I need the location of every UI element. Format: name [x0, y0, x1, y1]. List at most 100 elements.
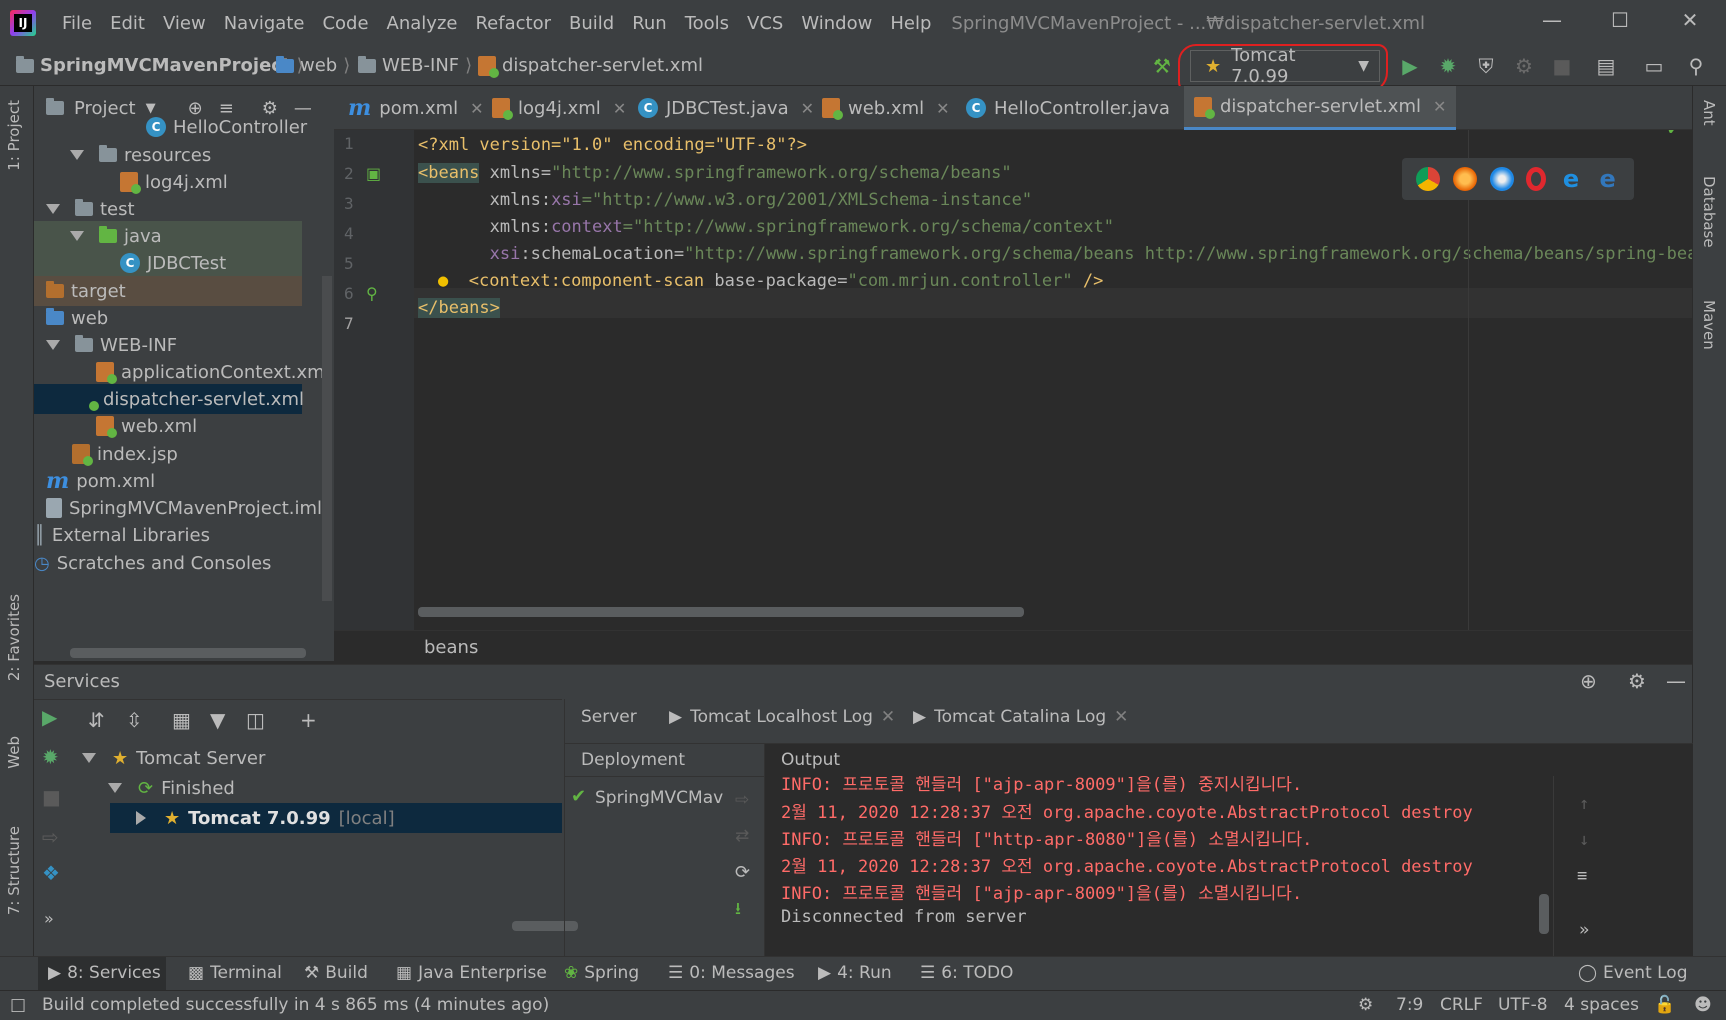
tab-todo[interactable]: ☰ 6: TODO — [920, 963, 1013, 983]
tab-log4j-xml[interactable]: log4j.xml ✕ — [482, 86, 636, 130]
git-status-icon[interactable]: ⚙ — [1358, 995, 1373, 1015]
spring-bean-gutter-icon[interactable]: ▣ — [366, 164, 381, 183]
expand-arrow-icon[interactable] — [108, 783, 122, 793]
menu-edit[interactable]: Edit — [110, 13, 145, 34]
expand-arrow-icon[interactable] — [46, 340, 60, 350]
tab-event-log[interactable]: ◯ Event Log — [1578, 963, 1688, 983]
tab-ant[interactable]: Ant — [1700, 100, 1718, 126]
settings-gear-icon[interactable]: ⚙ — [1628, 669, 1646, 693]
code-editor[interactable]: <?xml version="1.0" encoding="UTF-8"?> <… — [414, 130, 1692, 630]
stop-icon[interactable]: ■ — [1548, 52, 1576, 80]
tab-web[interactable]: Web — [5, 736, 23, 769]
tree-item-web-inf[interactable]: WEB-INF — [46, 330, 177, 360]
close-tab-icon[interactable]: ✕ — [1114, 707, 1128, 727]
service-tomcat-instance[interactable]: ★ Tomcat 7.0.99 [local] — [136, 803, 395, 833]
expand-arrow-icon[interactable] — [70, 231, 84, 241]
menu-navigate[interactable]: Navigate — [224, 13, 305, 34]
tree-item-hellocontroller[interactable]: C HelloController — [146, 112, 307, 142]
inspector-icon[interactable]: ☻ — [1694, 995, 1712, 1015]
maximize-icon[interactable]: ☐ — [1600, 8, 1640, 38]
run-icon[interactable]: ▶ — [42, 705, 57, 729]
tree-item-web-xml[interactable]: web.xml — [96, 411, 197, 441]
expand-arrow-icon[interactable] — [136, 811, 146, 825]
spring-scan-gutter-icon[interactable]: ⚲ — [366, 284, 378, 303]
undeploy-icon[interactable]: ⇄ — [735, 826, 749, 846]
tree-item-applicationcontext[interactable]: applicationContext.xml — [96, 357, 330, 387]
tree-item-dispatcher-servlet[interactable]: dispatcher-servlet.xml — [34, 384, 304, 414]
caret-position[interactable]: 7:9 — [1396, 995, 1423, 1015]
download-icon[interactable]: ⭳ — [735, 896, 741, 925]
service-finished-group[interactable]: ⟳ Finished — [108, 773, 235, 803]
menu-build[interactable]: Build — [569, 13, 614, 34]
tab-project[interactable]: 1: Project — [5, 100, 23, 171]
artifacts-icon[interactable]: ❖ — [42, 861, 60, 885]
expand-all-icon[interactable]: ⇵ — [88, 708, 105, 732]
scroll-up-icon[interactable]: ↑ — [1579, 794, 1589, 814]
new-service-icon[interactable]: ◫ — [246, 708, 265, 732]
scroll-down-icon[interactable]: ↓ — [1579, 830, 1589, 850]
intention-bulb-icon[interactable]: ● — [438, 271, 448, 291]
menu-window[interactable]: Window — [801, 13, 872, 34]
minimize-icon[interactable]: — — [1532, 8, 1572, 38]
tab-database[interactable]: Database — [1700, 176, 1718, 248]
profile-icon[interactable]: ⚙ — [1510, 52, 1538, 80]
project-view-selector[interactable]: Project — [74, 98, 136, 119]
debug-icon[interactable]: ✹ — [1434, 52, 1462, 80]
service-tomcat-server[interactable]: ★ Tomcat Server — [82, 743, 265, 773]
menu-vcs[interactable]: VCS — [747, 13, 783, 34]
menu-code[interactable]: Code — [322, 13, 368, 34]
filter-icon[interactable]: ▼ — [210, 708, 225, 732]
group-by-icon[interactable]: ▦ — [172, 708, 191, 732]
menu-run[interactable]: Run — [632, 13, 667, 34]
tab-maven[interactable]: Maven — [1700, 300, 1718, 350]
tab-build[interactable]: ⚒ Build — [304, 963, 368, 983]
output-console[interactable]: Output INFO: 프로토콜 핸들러 ["ajp-apr-8009"]을(… — [765, 743, 1693, 958]
close-tab-icon[interactable]: ✕ — [613, 99, 626, 118]
tree-item-web[interactable]: web — [46, 303, 108, 333]
close-tab-icon[interactable]: ✕ — [1433, 97, 1446, 116]
tab-jdbctest-java[interactable]: C JDBCTest.java ✕ — [628, 86, 824, 130]
expand-arrow-icon[interactable] — [82, 753, 96, 763]
line-separator[interactable]: CRLF — [1440, 995, 1483, 1015]
debug-icon[interactable]: ✹ — [42, 745, 59, 769]
tree-item-test[interactable]: test — [46, 194, 135, 224]
deploy-icon[interactable]: ⇨ — [735, 790, 749, 810]
project-structure-icon[interactable]: ▤ — [1592, 52, 1620, 80]
menu-analyze[interactable]: Analyze — [387, 13, 458, 34]
opera-icon[interactable] — [1526, 167, 1547, 191]
read-only-lock-icon[interactable]: 🔓 — [1654, 995, 1675, 1015]
tree-item-target[interactable]: target — [34, 276, 302, 306]
locate-icon[interactable]: ⊕ — [1580, 669, 1597, 693]
tab-tomcat-catalina-log[interactable]: ▶ Tomcat Catalina Log ✕ — [913, 707, 1128, 727]
tab-services[interactable]: ▶ 8: Services — [48, 963, 161, 983]
tab-hellocontroller-java[interactable]: CHelloController.java✕ — [956, 86, 1205, 130]
firefox-icon[interactable] — [1452, 167, 1477, 191]
tree-item-external-libraries[interactable]: ║ External Libraries — [34, 520, 210, 550]
collapse-all-icon[interactable]: ⇳ — [126, 708, 143, 732]
tree-item-iml[interactable]: SpringMVCMavenProject.iml — [46, 493, 322, 523]
tree-item-java[interactable]: java — [34, 221, 302, 251]
tree-item-scratches[interactable]: ◷ Scratches and Consoles — [34, 548, 271, 578]
deploy-icon[interactable]: ⇨ — [42, 825, 59, 849]
refresh-icon[interactable]: ⟳ — [735, 862, 750, 883]
tab-favorites[interactable]: 2: Favorites — [5, 594, 23, 681]
tab-tomcat-localhost-log[interactable]: ▶ Tomcat Localhost Log ✕ — [669, 707, 895, 727]
build-hammer-icon[interactable]: ⚒ — [1148, 52, 1176, 80]
breadcrumb-web-inf[interactable]: WEB-INF ⟩ — [358, 55, 472, 76]
file-encoding[interactable]: UTF-8 — [1498, 995, 1548, 1015]
menu-help[interactable]: Help — [890, 13, 931, 34]
search-everywhere-icon[interactable]: ⚲ — [1682, 52, 1710, 80]
menu-file[interactable]: File — [62, 13, 92, 34]
breadcrumb-project[interactable]: SpringMVCMavenProject ⟩ — [16, 55, 304, 76]
hide-panel-icon[interactable]: — — [1666, 669, 1686, 693]
indent-setting[interactable]: 4 spaces — [1564, 995, 1639, 1015]
presentation-icon[interactable]: ▭ — [1640, 52, 1668, 80]
breadcrumb-file[interactable]: dispatcher-servlet.xml — [478, 55, 703, 78]
soft-wrap-icon[interactable]: ≡ — [1577, 866, 1587, 886]
menu-tools[interactable]: Tools — [685, 13, 729, 34]
internet-explorer-icon[interactable]: e — [1559, 167, 1583, 191]
output-scrollbar[interactable] — [1539, 894, 1549, 934]
stop-icon[interactable]: ■ — [42, 785, 61, 809]
tab-java-enterprise[interactable]: ▦ Java Enterprise — [396, 963, 547, 983]
menu-refactor[interactable]: Refactor — [475, 13, 551, 34]
